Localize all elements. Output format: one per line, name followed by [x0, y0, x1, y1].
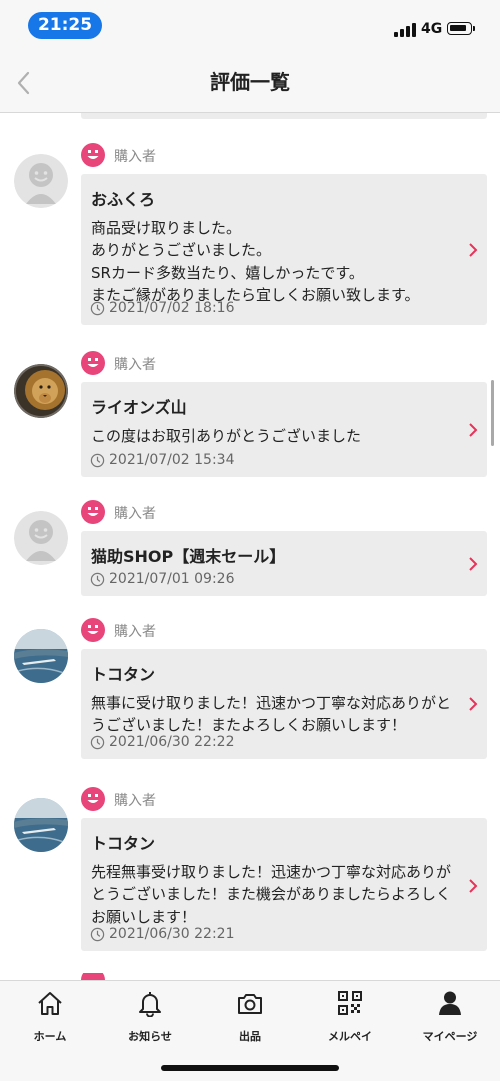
next-buyer-badge-icon	[81, 973, 105, 980]
tab-label: 出品	[239, 1030, 261, 1043]
default-avatar-icon	[14, 154, 68, 208]
buyer-badge-icon	[81, 618, 105, 642]
person-icon	[439, 991, 461, 1015]
chevron-right-icon	[469, 557, 478, 571]
review-date: 2021/06/30 22:21	[109, 926, 235, 942]
review-item: 購入者 ライオンズ山 この度はお取引ありがとうございました 2021/07/02…	[0, 321, 500, 477]
lion-avatar-icon	[14, 364, 68, 418]
role-label: 購入者	[114, 793, 156, 809]
clock-icon	[90, 453, 105, 468]
review-card[interactable]: おふくろ 商品受け取りました。 ありがとうございました。 SRカード多数当たり、…	[81, 174, 487, 325]
buyer-badge-icon	[81, 787, 105, 811]
reviewer-name: おふくろ	[91, 190, 156, 209]
tab-merpay[interactable]: メルペイ	[300, 989, 400, 1043]
scroll-indicator[interactable]	[491, 380, 494, 446]
tab-mypage[interactable]: マイページ	[400, 989, 500, 1043]
review-card[interactable]: トコタン 無事に受け取りました！迅速かつ丁寧な対応ありがとうございました！またよ…	[81, 649, 487, 759]
avatar[interactable]	[14, 511, 68, 565]
default-avatar-icon	[14, 511, 68, 565]
review-card[interactable]: ライオンズ山 この度はお取引ありがとうございました 2021/07/02 15:…	[81, 382, 487, 477]
page-title: 評価一覧	[210, 70, 290, 94]
chevron-right-icon	[469, 879, 478, 893]
tab-home[interactable]: ホーム	[0, 989, 100, 1043]
review-date: 2021/07/01 09:26	[109, 571, 235, 587]
network-type: 4G	[421, 21, 443, 37]
review-date: 2021/06/30 22:22	[109, 734, 235, 750]
camera-icon	[238, 994, 262, 1014]
tab-label: マイページ	[422, 1030, 478, 1043]
reviewer-name: ライオンズ山	[91, 398, 187, 417]
qr-code-icon	[338, 991, 362, 1015]
review-item: 購入者 トコタン 先程無事受け取りました！迅速かつ丁寧な対応ありがとうございまし…	[0, 757, 500, 957]
clock-icon	[90, 572, 105, 587]
tab-label: メルペイ	[328, 1030, 372, 1043]
clock-icon	[90, 927, 105, 942]
chevron-left-icon	[17, 71, 30, 95]
status-bar: 21:25 4G	[0, 0, 500, 52]
clock-icon	[90, 735, 105, 750]
bell-icon	[139, 992, 161, 1017]
signal-strength-icon	[394, 23, 416, 37]
home-icon	[38, 992, 62, 1015]
clock-icon	[90, 301, 105, 316]
home-indicator	[161, 1065, 339, 1071]
role-label: 購入者	[114, 149, 156, 165]
back-button[interactable]	[8, 64, 44, 100]
avatar[interactable]	[14, 798, 68, 852]
review-list[interactable]: 購入者 おふくろ 商品受け取りました。 ありがとうございました。 SRカード多数…	[0, 113, 500, 980]
tab-label: ホーム	[33, 1030, 67, 1043]
review-comment: 先程無事受け取りました！迅速かつ丁寧な対応ありがとうございました！また機会があり…	[91, 863, 452, 926]
review-item: 購入者 おふくろ 商品受け取りました。 ありがとうございました。 SRカード多数…	[0, 113, 500, 333]
review-comment: この度はお取引ありがとうございました	[91, 427, 362, 445]
tab-label: お知らせ	[128, 1030, 172, 1043]
chevron-right-icon	[469, 697, 478, 711]
review-date: 2021/07/02 18:16	[109, 300, 235, 316]
role-label: 購入者	[114, 624, 156, 640]
tab-sell[interactable]: 出品	[200, 989, 300, 1043]
avatar[interactable]	[14, 154, 68, 208]
reviewer-name: トコタン	[91, 834, 156, 853]
review-date: 2021/07/02 15:34	[109, 452, 235, 468]
role-label: 購入者	[114, 506, 156, 522]
avatar[interactable]	[14, 629, 68, 683]
review-card[interactable]: 猫助SHOP【週末セール】 2021/07/01 09:26	[81, 531, 487, 596]
chevron-right-icon	[469, 243, 478, 257]
sea-photo-avatar-icon	[14, 629, 68, 683]
reviewer-name: 猫助SHOP【週末セール】	[91, 547, 286, 566]
tab-notifications[interactable]: お知らせ	[100, 989, 200, 1043]
buyer-badge-icon	[81, 500, 105, 524]
sea-photo-avatar-icon	[14, 798, 68, 852]
battery-icon	[447, 22, 475, 35]
review-comment: 商品受け取りました。 ありがとうございました。 SRカード多数当たり、嬉しかった…	[91, 219, 420, 304]
review-item: 購入者 猫助SHOP【週末セール】 2021/07/01 09:26	[0, 470, 500, 600]
review-item: 購入者 トコタン 無事に受け取りました！迅速かつ丁寧な対応ありがとうございました…	[0, 588, 500, 759]
review-card[interactable]: トコタン 先程無事受け取りました！迅速かつ丁寧な対応ありがとうございました！また…	[81, 818, 487, 951]
review-comment: 無事に受け取りました！迅速かつ丁寧な対応ありがとうございました！またよろしくお願…	[91, 694, 452, 735]
status-time: 21:25	[28, 12, 102, 39]
buyer-badge-icon	[81, 351, 105, 375]
nav-header: 評価一覧	[0, 52, 500, 113]
buyer-badge-icon	[81, 143, 105, 167]
role-label: 購入者	[114, 357, 156, 373]
avatar[interactable]	[14, 364, 68, 418]
reviewer-name: トコタン	[91, 665, 156, 684]
chevron-right-icon	[469, 423, 478, 437]
